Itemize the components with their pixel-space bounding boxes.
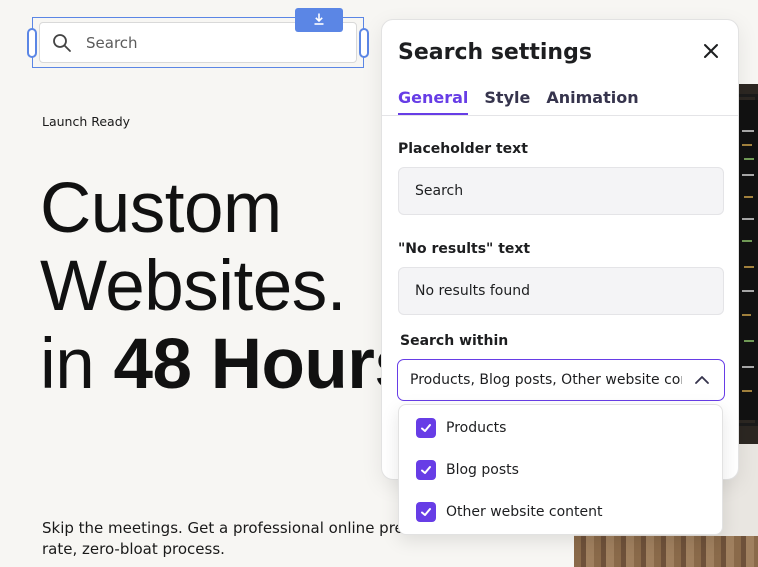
placeholder-text-value: Search bbox=[415, 183, 464, 199]
no-results-text-field[interactable]: No results found bbox=[398, 267, 724, 315]
eyebrow-text: Launch Ready bbox=[42, 114, 131, 129]
body-line-1: Skip the meetings. Get a professional on… bbox=[42, 519, 422, 537]
option-other-website-content[interactable]: Other website content bbox=[416, 501, 603, 523]
chevron-up-icon bbox=[694, 372, 710, 392]
resize-handle-right[interactable] bbox=[359, 28, 369, 58]
panel-title: Search settings bbox=[398, 40, 592, 65]
option-label: Products bbox=[446, 420, 507, 436]
hero-line-3-prefix: in bbox=[40, 325, 114, 404]
settings-tabs: General Style Animation bbox=[398, 88, 639, 115]
no-results-text-label: "No results" text bbox=[398, 241, 531, 257]
hero-body-copy: Skip the meetings. Get a professional on… bbox=[42, 518, 422, 560]
body-line-2: rate, zero-bloat process. bbox=[42, 540, 225, 558]
placeholder-text-field[interactable]: Search bbox=[398, 167, 724, 215]
checkbox-blog-posts[interactable] bbox=[416, 460, 436, 480]
search-bar-placeholder: Search bbox=[86, 33, 138, 52]
no-results-text-value: No results found bbox=[415, 283, 530, 299]
hero-line-3-bold: 48 Hours bbox=[113, 325, 414, 404]
option-label: Other website content bbox=[446, 504, 603, 520]
close-icon bbox=[703, 43, 719, 63]
check-icon bbox=[421, 424, 431, 432]
code-screen bbox=[738, 100, 758, 420]
close-button[interactable] bbox=[698, 40, 724, 66]
option-products[interactable]: Products bbox=[416, 417, 506, 439]
tab-general[interactable]: General bbox=[398, 88, 469, 115]
placeholder-text-label: Placeholder text bbox=[398, 141, 528, 157]
search-within-dropdown: Products Blog posts Other website conten… bbox=[398, 404, 723, 535]
option-label: Blog posts bbox=[446, 462, 519, 478]
tab-animation[interactable]: Animation bbox=[546, 88, 638, 115]
desk-surface bbox=[574, 536, 758, 567]
download-button[interactable] bbox=[295, 8, 343, 32]
download-icon bbox=[312, 11, 326, 30]
check-icon bbox=[421, 508, 431, 516]
checkbox-products[interactable] bbox=[416, 418, 436, 438]
search-within-value: Products, Blog posts, Other website cont… bbox=[410, 372, 682, 388]
tab-style[interactable]: Style bbox=[484, 88, 530, 115]
search-within-label: Search within bbox=[400, 333, 509, 349]
checkbox-other-website-content[interactable] bbox=[416, 502, 436, 522]
tabs-divider bbox=[382, 115, 738, 116]
resize-handle-left[interactable] bbox=[27, 28, 37, 58]
option-blog-posts[interactable]: Blog posts bbox=[416, 459, 519, 481]
search-element-selection[interactable]: Search bbox=[27, 8, 369, 68]
check-icon bbox=[421, 466, 431, 474]
search-within-select[interactable]: Products, Blog posts, Other website cont… bbox=[397, 359, 725, 401]
search-icon bbox=[52, 33, 72, 53]
